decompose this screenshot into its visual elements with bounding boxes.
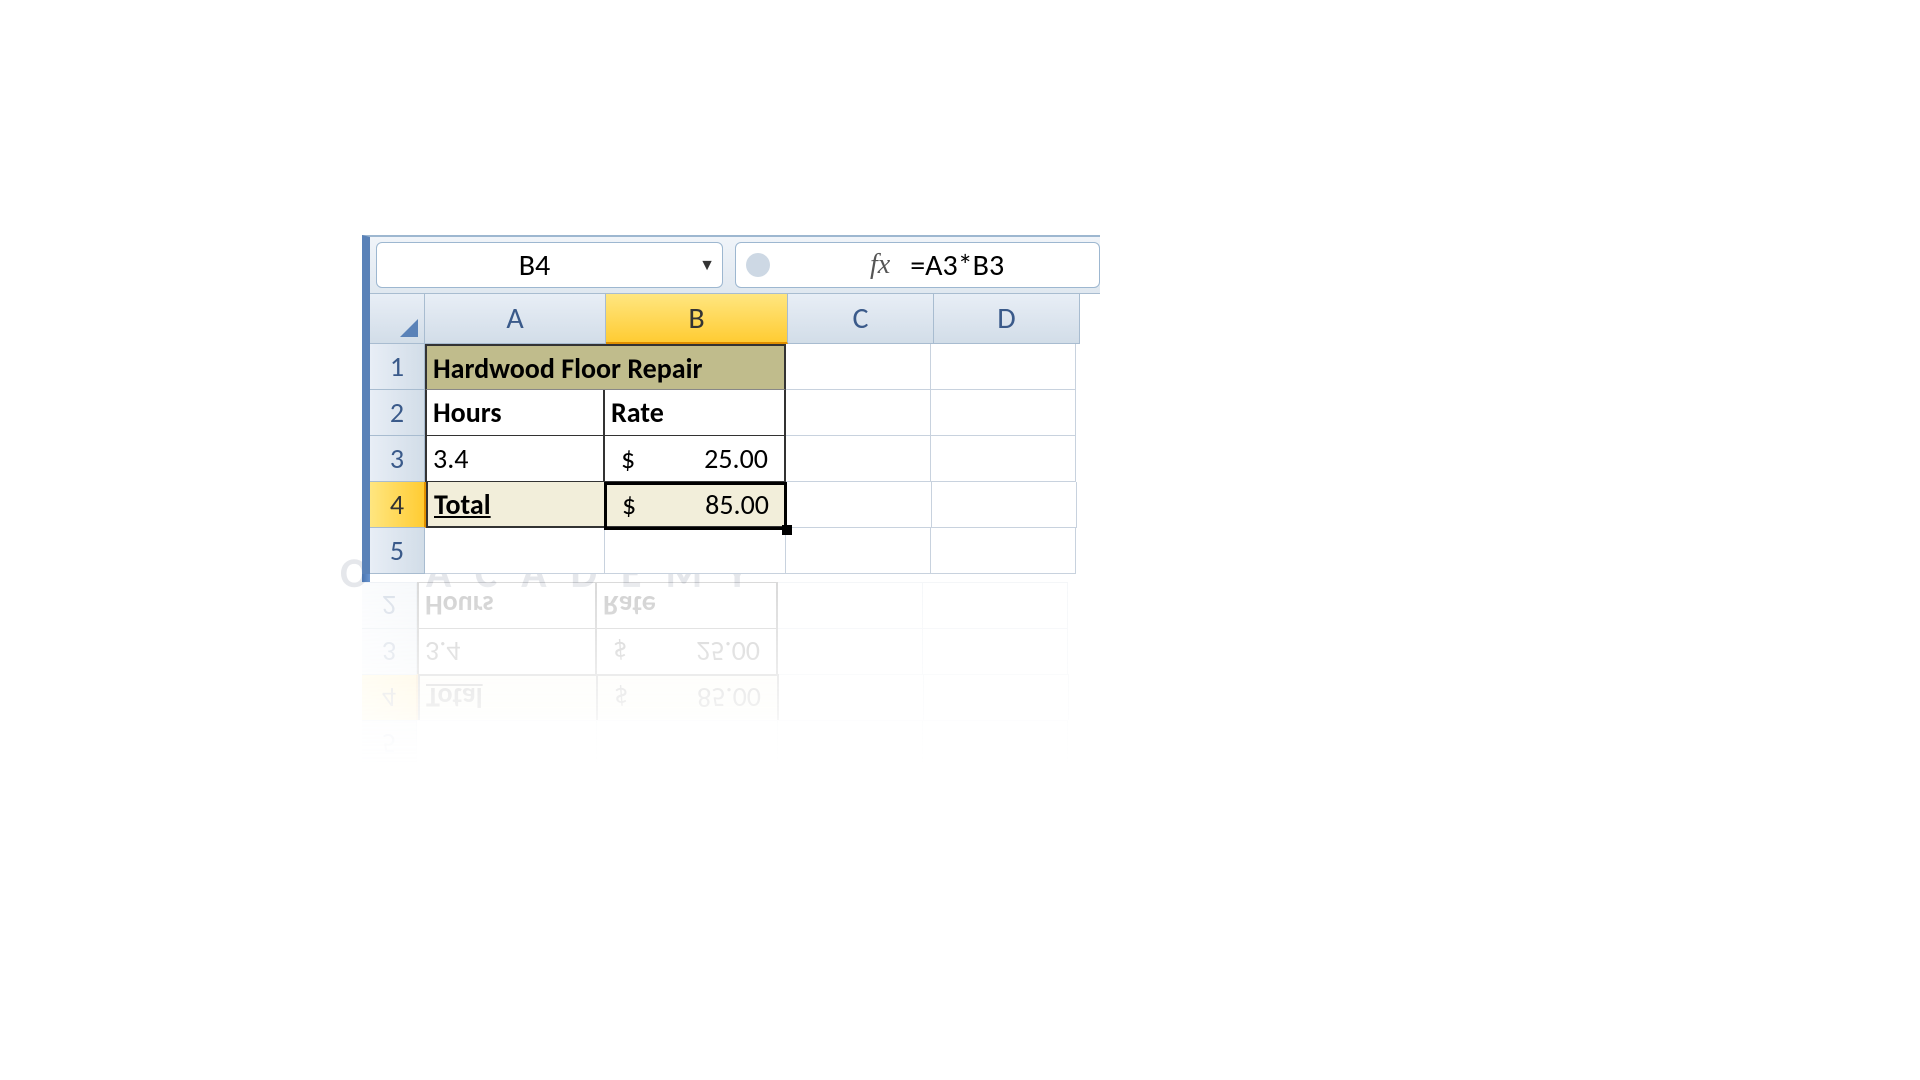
currency-symbol: $ xyxy=(621,436,635,482)
row-1: 1 Hardwood Floor Repair xyxy=(370,344,1100,390)
cell-a4-total-label[interactable]: Total xyxy=(426,482,606,528)
formula-text: =A3*B3 xyxy=(910,247,1004,284)
cell-b2-header[interactable]: Rate xyxy=(605,390,786,436)
column-headers: A B C D xyxy=(370,294,1100,344)
cell-a5[interactable] xyxy=(425,528,605,574)
column-header-c[interactable]: C xyxy=(788,294,934,344)
cell-d1[interactable] xyxy=(931,344,1076,390)
fx-icon[interactable]: fx xyxy=(870,249,890,281)
cell-c5[interactable] xyxy=(786,528,931,574)
currency-value: 25.00 xyxy=(704,436,768,482)
spreadsheet-grid[interactable]: A B C D 1 Hardwood Floor Repair 2 Hours … xyxy=(370,294,1100,574)
row-3: 3 3.4 $ 25.00 xyxy=(370,436,1100,482)
cancel-circle-icon xyxy=(746,253,770,277)
cell-d5[interactable] xyxy=(931,528,1076,574)
dropdown-arrow-icon[interactable]: ▼ xyxy=(692,256,722,275)
cell-b5[interactable] xyxy=(605,528,786,574)
cell-c4[interactable] xyxy=(787,482,932,528)
column-header-a[interactable]: A xyxy=(425,294,606,344)
cell-b3[interactable]: $ 25.00 xyxy=(605,436,786,482)
formula-input-area[interactable]: fx =A3*B3 xyxy=(735,242,1100,288)
currency-symbol: $ xyxy=(622,482,636,528)
formula-bar: B4 ▼ fx =A3*B3 xyxy=(370,237,1100,294)
excel-window-crop: B4 ▼ fx =A3*B3 A B C D 1 Hardwood Floor … xyxy=(362,235,1100,574)
row-2: 2 Hours Rate xyxy=(370,390,1100,436)
name-box[interactable]: B4 ▼ xyxy=(376,242,723,288)
name-box-value: B4 xyxy=(377,247,692,284)
currency-value: 85.00 xyxy=(705,482,769,528)
row-4: 4 Total $ 85.00 xyxy=(370,482,1100,528)
cell-a3[interactable]: 3.4 xyxy=(425,436,605,482)
cell-c1[interactable] xyxy=(786,344,931,390)
row-header-2[interactable]: 2 xyxy=(370,390,425,436)
cell-d4[interactable] xyxy=(932,482,1077,528)
column-header-d[interactable]: D xyxy=(934,294,1080,344)
cell-d3[interactable] xyxy=(931,436,1076,482)
cell-c2[interactable] xyxy=(786,390,931,436)
reflection-decoration: 5 4 Total $ 85.00 3 3.4 $ xyxy=(362,582,1092,766)
select-all-corner[interactable] xyxy=(370,294,425,344)
column-header-b[interactable]: B xyxy=(606,294,788,344)
cell-d2[interactable] xyxy=(931,390,1076,436)
row-header-4[interactable]: 4 xyxy=(370,482,426,528)
cell-c3[interactable] xyxy=(786,436,931,482)
row-5: 5 xyxy=(370,528,1100,574)
row-header-3[interactable]: 3 xyxy=(370,436,425,482)
cell-b4-total-value[interactable]: $ 85.00 xyxy=(606,482,787,528)
cell-a2-header[interactable]: Hours xyxy=(425,390,605,436)
cell-a1-title[interactable]: Hardwood Floor Repair xyxy=(425,344,786,390)
row-header-5[interactable]: 5 xyxy=(370,528,425,574)
row-header-1[interactable]: 1 xyxy=(370,344,425,390)
